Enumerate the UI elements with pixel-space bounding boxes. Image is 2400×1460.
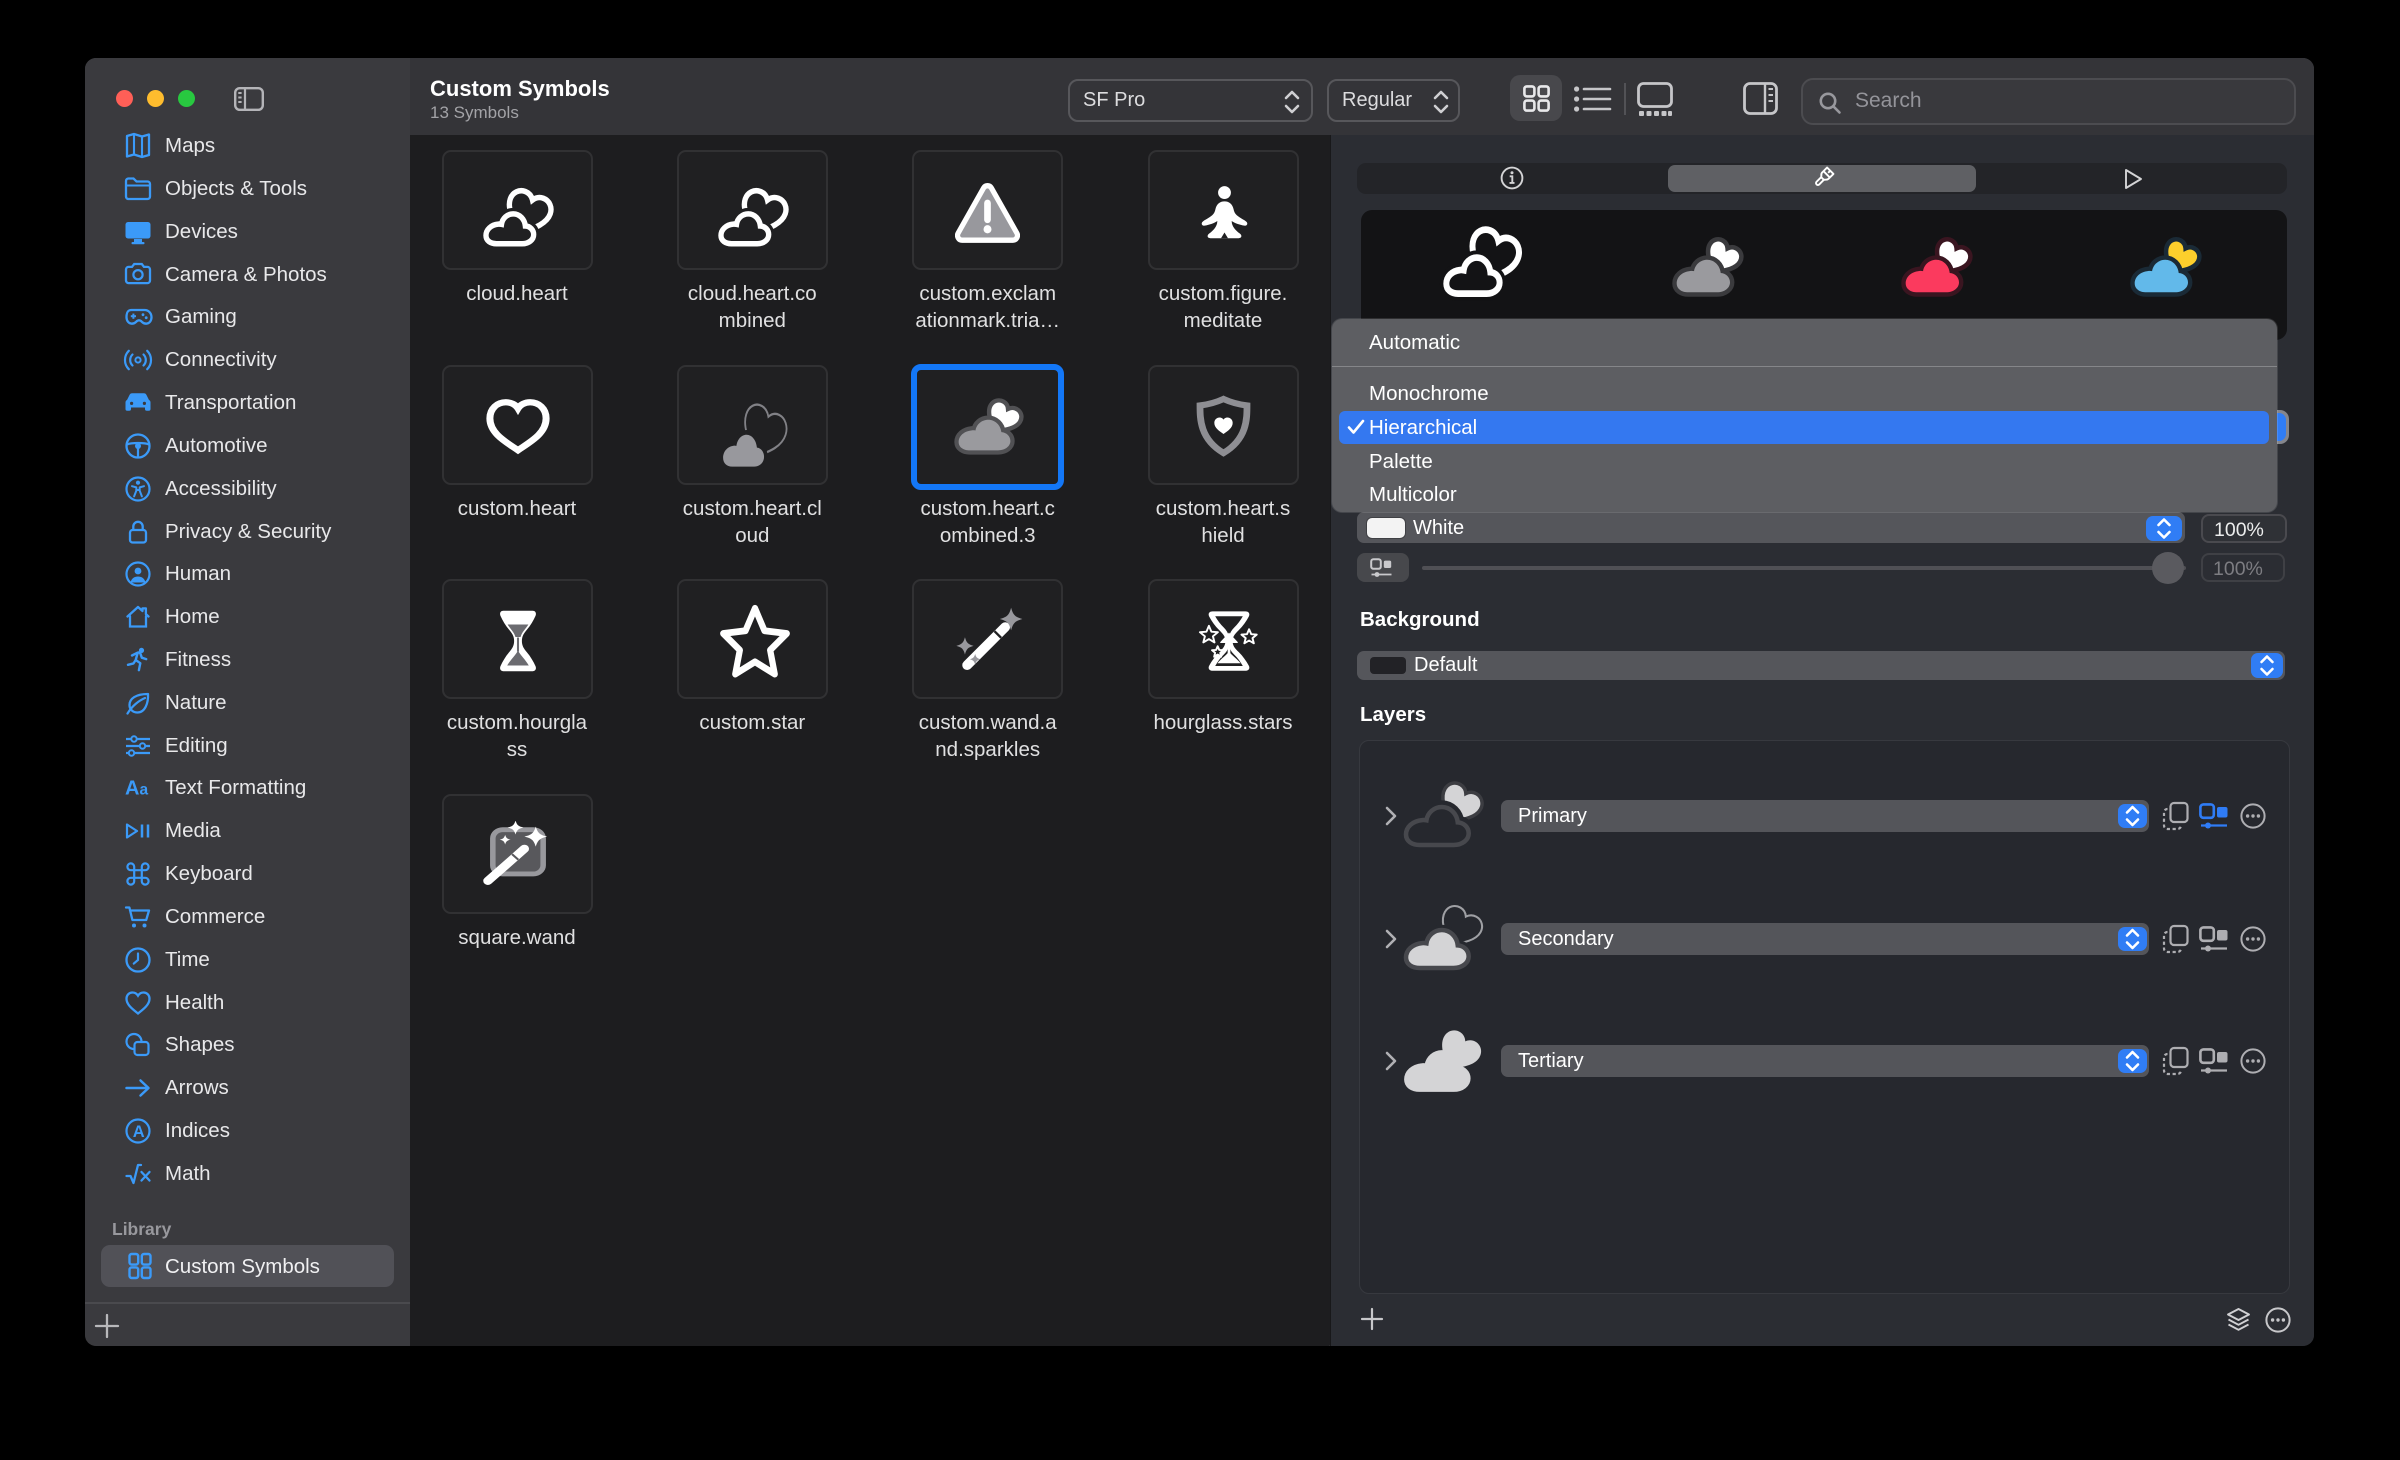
svg-text:A: A (133, 1123, 145, 1141)
svg-text:A: A (125, 778, 139, 800)
svg-text:a: a (140, 782, 149, 799)
